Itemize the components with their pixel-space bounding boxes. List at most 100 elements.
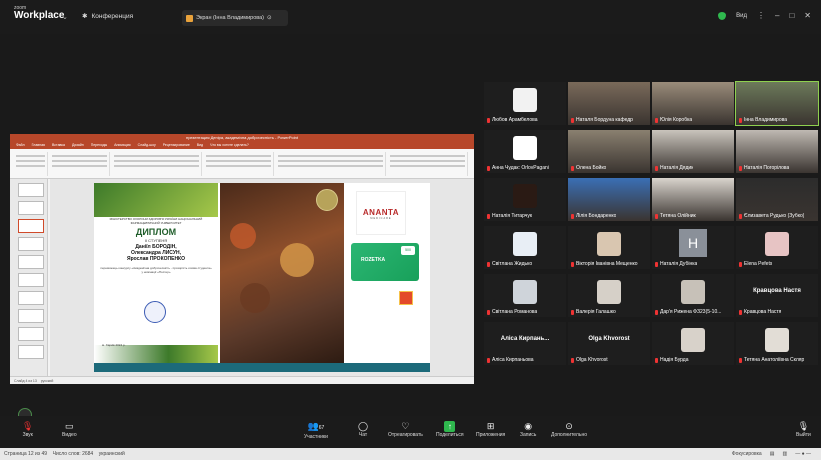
- read-mode-icon[interactable]: ▤: [770, 448, 775, 460]
- conference-menu[interactable]: ✱ Конференция: [82, 12, 133, 21]
- participant-tile[interactable]: Наталія Титарчук: [484, 178, 566, 221]
- ananta-logo: ANANTA MEDICARE: [356, 191, 406, 235]
- participant-tile[interactable]: Олена Бойко: [568, 130, 650, 173]
- participant-tile[interactable]: Olga Khvorost Olga Khvorost: [568, 322, 650, 365]
- participant-tile[interactable]: Тетяна Анатоліївна Скляр: [736, 322, 818, 365]
- participant-display-name: Olga Khvorost: [588, 336, 630, 342]
- participant-tile[interactable]: H Наталія Дубінка: [652, 226, 734, 269]
- participant-tile[interactable]: Юлія Коробка: [652, 82, 734, 125]
- ppt-menu-bar: Файл Главная Вставка Дизайн Переходы Анимация…: [10, 142, 474, 149]
- participant-name: Olga Khvorost: [571, 357, 608, 363]
- participant-tile[interactable]: Вікторія Іванівна Мещенко: [568, 226, 650, 269]
- participant-tile[interactable]: Наталія Погорілова: [736, 130, 818, 173]
- ppt-menu-item[interactable]: Вид: [197, 142, 203, 149]
- participant-tile[interactable]: Єлизавета Рудько (Зубко): [736, 178, 818, 221]
- more-icon: ⊙: [565, 421, 573, 431]
- record-icon: ◉: [524, 421, 533, 431]
- mic-muted-icon: [571, 165, 574, 171]
- participant-tile[interactable]: Любов Арамбелова: [484, 82, 566, 125]
- slide-thumbnail[interactable]: [18, 309, 44, 323]
- participant-name: Єлизавета Рудько (Зубко): [739, 213, 804, 219]
- seal-icon: [144, 301, 166, 323]
- apps-button[interactable]: ⊞ Приложения: [476, 420, 505, 438]
- slide-thumbnail[interactable]: [18, 183, 44, 197]
- participant-tile[interactable]: Інна Владимирова: [735, 81, 819, 126]
- slide-thumbnail[interactable]: [18, 255, 44, 269]
- participants-button[interactable]: 👥67 Участники: [304, 420, 328, 440]
- maximize-icon[interactable]: □: [789, 11, 794, 20]
- participant-tile[interactable]: Тетяна Олійник: [652, 178, 734, 221]
- slide-thumbnail[interactable]: [18, 291, 44, 305]
- slide-thumbnail[interactable]: [18, 327, 44, 341]
- ppt-menu-item[interactable]: Анимация: [114, 142, 130, 149]
- participant-tile[interactable]: Наталія Дядик: [652, 130, 734, 173]
- participant-tile[interactable]: Elena Pefets: [736, 226, 818, 269]
- slide-thumbnail[interactable]: [18, 237, 44, 251]
- chat-button[interactable]: ◯ Чат: [358, 420, 368, 438]
- close-icon[interactable]: ✕: [804, 11, 811, 20]
- record-button[interactable]: ◉ Запись: [520, 420, 536, 438]
- participant-tile[interactable]: Надія Бурда: [652, 322, 734, 365]
- participant-tile[interactable]: Анна Чудак: OrlovPagani: [484, 130, 566, 173]
- mic-muted-icon: [739, 213, 742, 219]
- participant-name: Вікторія Іванівна Мещенко: [571, 261, 638, 267]
- ppt-menu-item[interactable]: Переходы: [91, 142, 107, 149]
- screen-share-indicator[interactable]: Экран (Інна Владимирова) ⊙: [182, 10, 288, 26]
- participant-name: Наталія Дядик: [655, 165, 693, 171]
- shield-icon[interactable]: [718, 11, 727, 20]
- participant-name: Юлія Коробка: [655, 117, 692, 123]
- more-icon[interactable]: ⋮: [757, 11, 765, 20]
- minimize-icon[interactable]: –: [775, 11, 779, 20]
- participant-tile[interactable]: Кравцова Настя Кравцова Настя: [736, 274, 818, 317]
- participant-name: Олена Бойко: [571, 165, 606, 171]
- slide-footer-stripe: [94, 363, 430, 372]
- diploma-footer-graphic: [94, 345, 218, 363]
- slide-canvas: МІНІСТЕРСТВО ОХОРОНИ ЗДОРОВ'Я УКРАЇНИ НА…: [50, 179, 474, 376]
- leave-button[interactable]: 🎙 Выйти: [796, 420, 811, 438]
- share-button[interactable]: ↑ Поделиться: [436, 420, 464, 438]
- slide-thumbnail[interactable]: [18, 201, 44, 215]
- ppt-menu-item[interactable]: Файл: [16, 142, 25, 149]
- mic-muted-icon: [655, 165, 658, 171]
- print-layout-icon[interactable]: ▥: [782, 448, 787, 460]
- focus-mode-button[interactable]: Фокусировка: [732, 448, 762, 460]
- ppt-menu-item[interactable]: Главная: [32, 142, 45, 149]
- ppt-menu-item[interactable]: Вставка: [52, 142, 65, 149]
- participant-name: Світлана Жидько: [487, 261, 532, 267]
- zoom-slider[interactable]: — ● —: [795, 448, 811, 460]
- participant-name: Аліса Кирпаньова: [487, 357, 534, 363]
- slide-thumbnail[interactable]: [18, 273, 44, 287]
- participant-tile[interactable]: Аліса Кирпань... Аліса Кирпаньова: [484, 322, 566, 365]
- participant-display-name: Кравцова Настя: [753, 288, 801, 294]
- avatar: [681, 328, 705, 352]
- ppt-menu-item[interactable]: Слайд-шоу: [138, 142, 156, 149]
- ppt-menu-item[interactable]: Дизайн: [72, 142, 84, 149]
- ppt-title-bar: презентация Деніра, академічна доброчесн…: [10, 134, 474, 142]
- chevron-down-icon[interactable]: ⌄: [62, 13, 68, 21]
- ppt-menu-item[interactable]: Рецензирование: [163, 142, 190, 149]
- mic-muted-icon: [655, 357, 658, 363]
- participant-tile[interactable]: Валерія Галашко: [568, 274, 650, 317]
- participant-tile[interactable]: Лілія Бондаренко: [568, 178, 650, 221]
- participant-tile[interactable]: Світлана Жидько: [484, 226, 566, 269]
- more-button[interactable]: ⊙ Дополнительно: [551, 420, 587, 438]
- audio-button[interactable]: 🎙 Звук: [22, 420, 33, 438]
- slide-thumbnail[interactable]: [18, 345, 44, 359]
- participant-tile[interactable]: Наталя Бордуна кафедр: [568, 82, 650, 125]
- view-button[interactable]: Вид: [736, 13, 747, 19]
- participant-tile[interactable]: Світлана Романова: [484, 274, 566, 317]
- participant-tile[interactable]: Дар'я Рижена ФЗ23(5-10...: [652, 274, 734, 317]
- participant-name: Лілія Бондаренко: [571, 213, 616, 219]
- video-button[interactable]: ▭ Видео: [62, 420, 77, 438]
- slide-thumbnail-selected[interactable]: [18, 219, 44, 233]
- current-slide[interactable]: МІНІСТЕРСТВО ОХОРОНИ ЗДОРОВ'Я УКРАЇНИ НА…: [94, 183, 430, 372]
- diploma-header-graphic: [94, 183, 218, 217]
- avatar: [765, 232, 789, 256]
- mic-muted-icon: [487, 261, 490, 267]
- share-options-icon[interactable]: ⊙: [267, 15, 272, 21]
- react-button[interactable]: ♡ Отреагировать: [388, 420, 423, 438]
- ppt-menu-item[interactable]: Что вы хотите сделать?: [210, 142, 249, 149]
- participant-name: Elena Pefets: [739, 261, 772, 267]
- meeting-toolbar: 🎙 Звук ▭ Видео 👥67 Участники ◯ Чат ♡ Отр…: [0, 416, 821, 448]
- participant-name: Надія Бурда: [655, 357, 689, 363]
